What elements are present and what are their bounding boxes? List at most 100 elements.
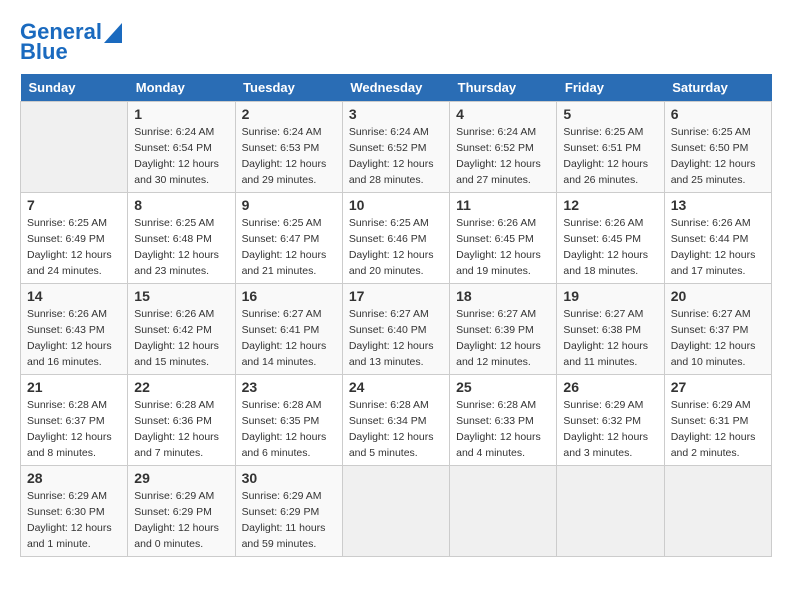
calendar-week-row: 14 Sunrise: 6:26 AM Sunset: 6:43 PM Dayl… [21,284,772,375]
day-number: 23 [242,379,336,395]
cell-info: Sunrise: 6:25 AM Sunset: 6:49 PM Dayligh… [27,216,121,279]
cell-info: Sunrise: 6:29 AM Sunset: 6:29 PM Dayligh… [134,489,228,552]
day-number: 6 [671,106,765,122]
day-header-sunday: Sunday [21,74,128,102]
calendar-cell [557,466,664,557]
calendar-cell: 21 Sunrise: 6:28 AM Sunset: 6:37 PM Dayl… [21,375,128,466]
calendar-cell: 9 Sunrise: 6:25 AM Sunset: 6:47 PM Dayli… [235,193,342,284]
calendar-cell: 4 Sunrise: 6:24 AM Sunset: 6:52 PM Dayli… [450,102,557,193]
cell-info: Sunrise: 6:28 AM Sunset: 6:36 PM Dayligh… [134,398,228,461]
day-number: 1 [134,106,228,122]
day-number: 27 [671,379,765,395]
calendar-cell: 20 Sunrise: 6:27 AM Sunset: 6:37 PM Dayl… [664,284,771,375]
calendar-cell: 11 Sunrise: 6:26 AM Sunset: 6:45 PM Dayl… [450,193,557,284]
cell-info: Sunrise: 6:28 AM Sunset: 6:34 PM Dayligh… [349,398,443,461]
calendar-cell: 10 Sunrise: 6:25 AM Sunset: 6:46 PM Dayl… [342,193,449,284]
calendar-cell: 30 Sunrise: 6:29 AM Sunset: 6:29 PM Dayl… [235,466,342,557]
cell-info: Sunrise: 6:25 AM Sunset: 6:51 PM Dayligh… [563,125,657,188]
calendar-cell: 7 Sunrise: 6:25 AM Sunset: 6:49 PM Dayli… [21,193,128,284]
day-number: 18 [456,288,550,304]
calendar-cell: 23 Sunrise: 6:28 AM Sunset: 6:35 PM Dayl… [235,375,342,466]
day-number: 15 [134,288,228,304]
logo: General Blue [20,20,122,64]
calendar-cell [664,466,771,557]
cell-info: Sunrise: 6:26 AM Sunset: 6:42 PM Dayligh… [134,307,228,370]
day-number: 5 [563,106,657,122]
calendar-cell: 27 Sunrise: 6:29 AM Sunset: 6:31 PM Dayl… [664,375,771,466]
calendar-week-row: 21 Sunrise: 6:28 AM Sunset: 6:37 PM Dayl… [21,375,772,466]
calendar-cell: 14 Sunrise: 6:26 AM Sunset: 6:43 PM Dayl… [21,284,128,375]
calendar-table: SundayMondayTuesdayWednesdayThursdayFrid… [20,74,772,557]
day-number: 8 [134,197,228,213]
calendar-cell: 17 Sunrise: 6:27 AM Sunset: 6:40 PM Dayl… [342,284,449,375]
calendar-cell: 29 Sunrise: 6:29 AM Sunset: 6:29 PM Dayl… [128,466,235,557]
day-number: 9 [242,197,336,213]
day-header-saturday: Saturday [664,74,771,102]
day-number: 14 [27,288,121,304]
day-number: 4 [456,106,550,122]
calendar-cell [450,466,557,557]
cell-info: Sunrise: 6:28 AM Sunset: 6:37 PM Dayligh… [27,398,121,461]
day-number: 29 [134,470,228,486]
cell-info: Sunrise: 6:26 AM Sunset: 6:44 PM Dayligh… [671,216,765,279]
day-number: 22 [134,379,228,395]
cell-info: Sunrise: 6:29 AM Sunset: 6:31 PM Dayligh… [671,398,765,461]
day-header-friday: Friday [557,74,664,102]
day-number: 21 [27,379,121,395]
calendar-cell: 18 Sunrise: 6:27 AM Sunset: 6:39 PM Dayl… [450,284,557,375]
logo-arrow-icon [104,23,122,43]
calendar-cell: 12 Sunrise: 6:26 AM Sunset: 6:45 PM Dayl… [557,193,664,284]
calendar-cell: 19 Sunrise: 6:27 AM Sunset: 6:38 PM Dayl… [557,284,664,375]
cell-info: Sunrise: 6:29 AM Sunset: 6:32 PM Dayligh… [563,398,657,461]
day-number: 16 [242,288,336,304]
calendar-cell: 16 Sunrise: 6:27 AM Sunset: 6:41 PM Dayl… [235,284,342,375]
cell-info: Sunrise: 6:27 AM Sunset: 6:40 PM Dayligh… [349,307,443,370]
day-header-tuesday: Tuesday [235,74,342,102]
day-number: 7 [27,197,121,213]
cell-info: Sunrise: 6:28 AM Sunset: 6:33 PM Dayligh… [456,398,550,461]
cell-info: Sunrise: 6:25 AM Sunset: 6:50 PM Dayligh… [671,125,765,188]
day-number: 13 [671,197,765,213]
cell-info: Sunrise: 6:27 AM Sunset: 6:38 PM Dayligh… [563,307,657,370]
day-number: 17 [349,288,443,304]
cell-info: Sunrise: 6:24 AM Sunset: 6:54 PM Dayligh… [134,125,228,188]
day-number: 25 [456,379,550,395]
cell-info: Sunrise: 6:27 AM Sunset: 6:37 PM Dayligh… [671,307,765,370]
calendar-cell: 15 Sunrise: 6:26 AM Sunset: 6:42 PM Dayl… [128,284,235,375]
day-header-monday: Monday [128,74,235,102]
calendar-body: 1 Sunrise: 6:24 AM Sunset: 6:54 PM Dayli… [21,102,772,557]
calendar-cell: 26 Sunrise: 6:29 AM Sunset: 6:32 PM Dayl… [557,375,664,466]
cell-info: Sunrise: 6:25 AM Sunset: 6:47 PM Dayligh… [242,216,336,279]
cell-info: Sunrise: 6:26 AM Sunset: 6:43 PM Dayligh… [27,307,121,370]
day-number: 30 [242,470,336,486]
calendar-cell: 6 Sunrise: 6:25 AM Sunset: 6:50 PM Dayli… [664,102,771,193]
calendar-week-row: 7 Sunrise: 6:25 AM Sunset: 6:49 PM Dayli… [21,193,772,284]
calendar-cell: 25 Sunrise: 6:28 AM Sunset: 6:33 PM Dayl… [450,375,557,466]
calendar-cell: 8 Sunrise: 6:25 AM Sunset: 6:48 PM Dayli… [128,193,235,284]
calendar-cell: 2 Sunrise: 6:24 AM Sunset: 6:53 PM Dayli… [235,102,342,193]
calendar-header-row: SundayMondayTuesdayWednesdayThursdayFrid… [21,74,772,102]
calendar-week-row: 28 Sunrise: 6:29 AM Sunset: 6:30 PM Dayl… [21,466,772,557]
logo-text-blue: Blue [20,40,68,64]
calendar-cell [342,466,449,557]
cell-info: Sunrise: 6:29 AM Sunset: 6:30 PM Dayligh… [27,489,121,552]
calendar-cell: 22 Sunrise: 6:28 AM Sunset: 6:36 PM Dayl… [128,375,235,466]
cell-info: Sunrise: 6:25 AM Sunset: 6:46 PM Dayligh… [349,216,443,279]
day-number: 28 [27,470,121,486]
page-header: General Blue [20,20,772,64]
day-number: 26 [563,379,657,395]
day-number: 20 [671,288,765,304]
day-number: 11 [456,197,550,213]
cell-info: Sunrise: 6:24 AM Sunset: 6:52 PM Dayligh… [456,125,550,188]
calendar-cell: 28 Sunrise: 6:29 AM Sunset: 6:30 PM Dayl… [21,466,128,557]
calendar-cell: 24 Sunrise: 6:28 AM Sunset: 6:34 PM Dayl… [342,375,449,466]
cell-info: Sunrise: 6:24 AM Sunset: 6:53 PM Dayligh… [242,125,336,188]
cell-info: Sunrise: 6:25 AM Sunset: 6:48 PM Dayligh… [134,216,228,279]
calendar-cell: 1 Sunrise: 6:24 AM Sunset: 6:54 PM Dayli… [128,102,235,193]
day-header-wednesday: Wednesday [342,74,449,102]
cell-info: Sunrise: 6:26 AM Sunset: 6:45 PM Dayligh… [563,216,657,279]
day-number: 12 [563,197,657,213]
calendar-cell [21,102,128,193]
day-number: 2 [242,106,336,122]
calendar-week-row: 1 Sunrise: 6:24 AM Sunset: 6:54 PM Dayli… [21,102,772,193]
